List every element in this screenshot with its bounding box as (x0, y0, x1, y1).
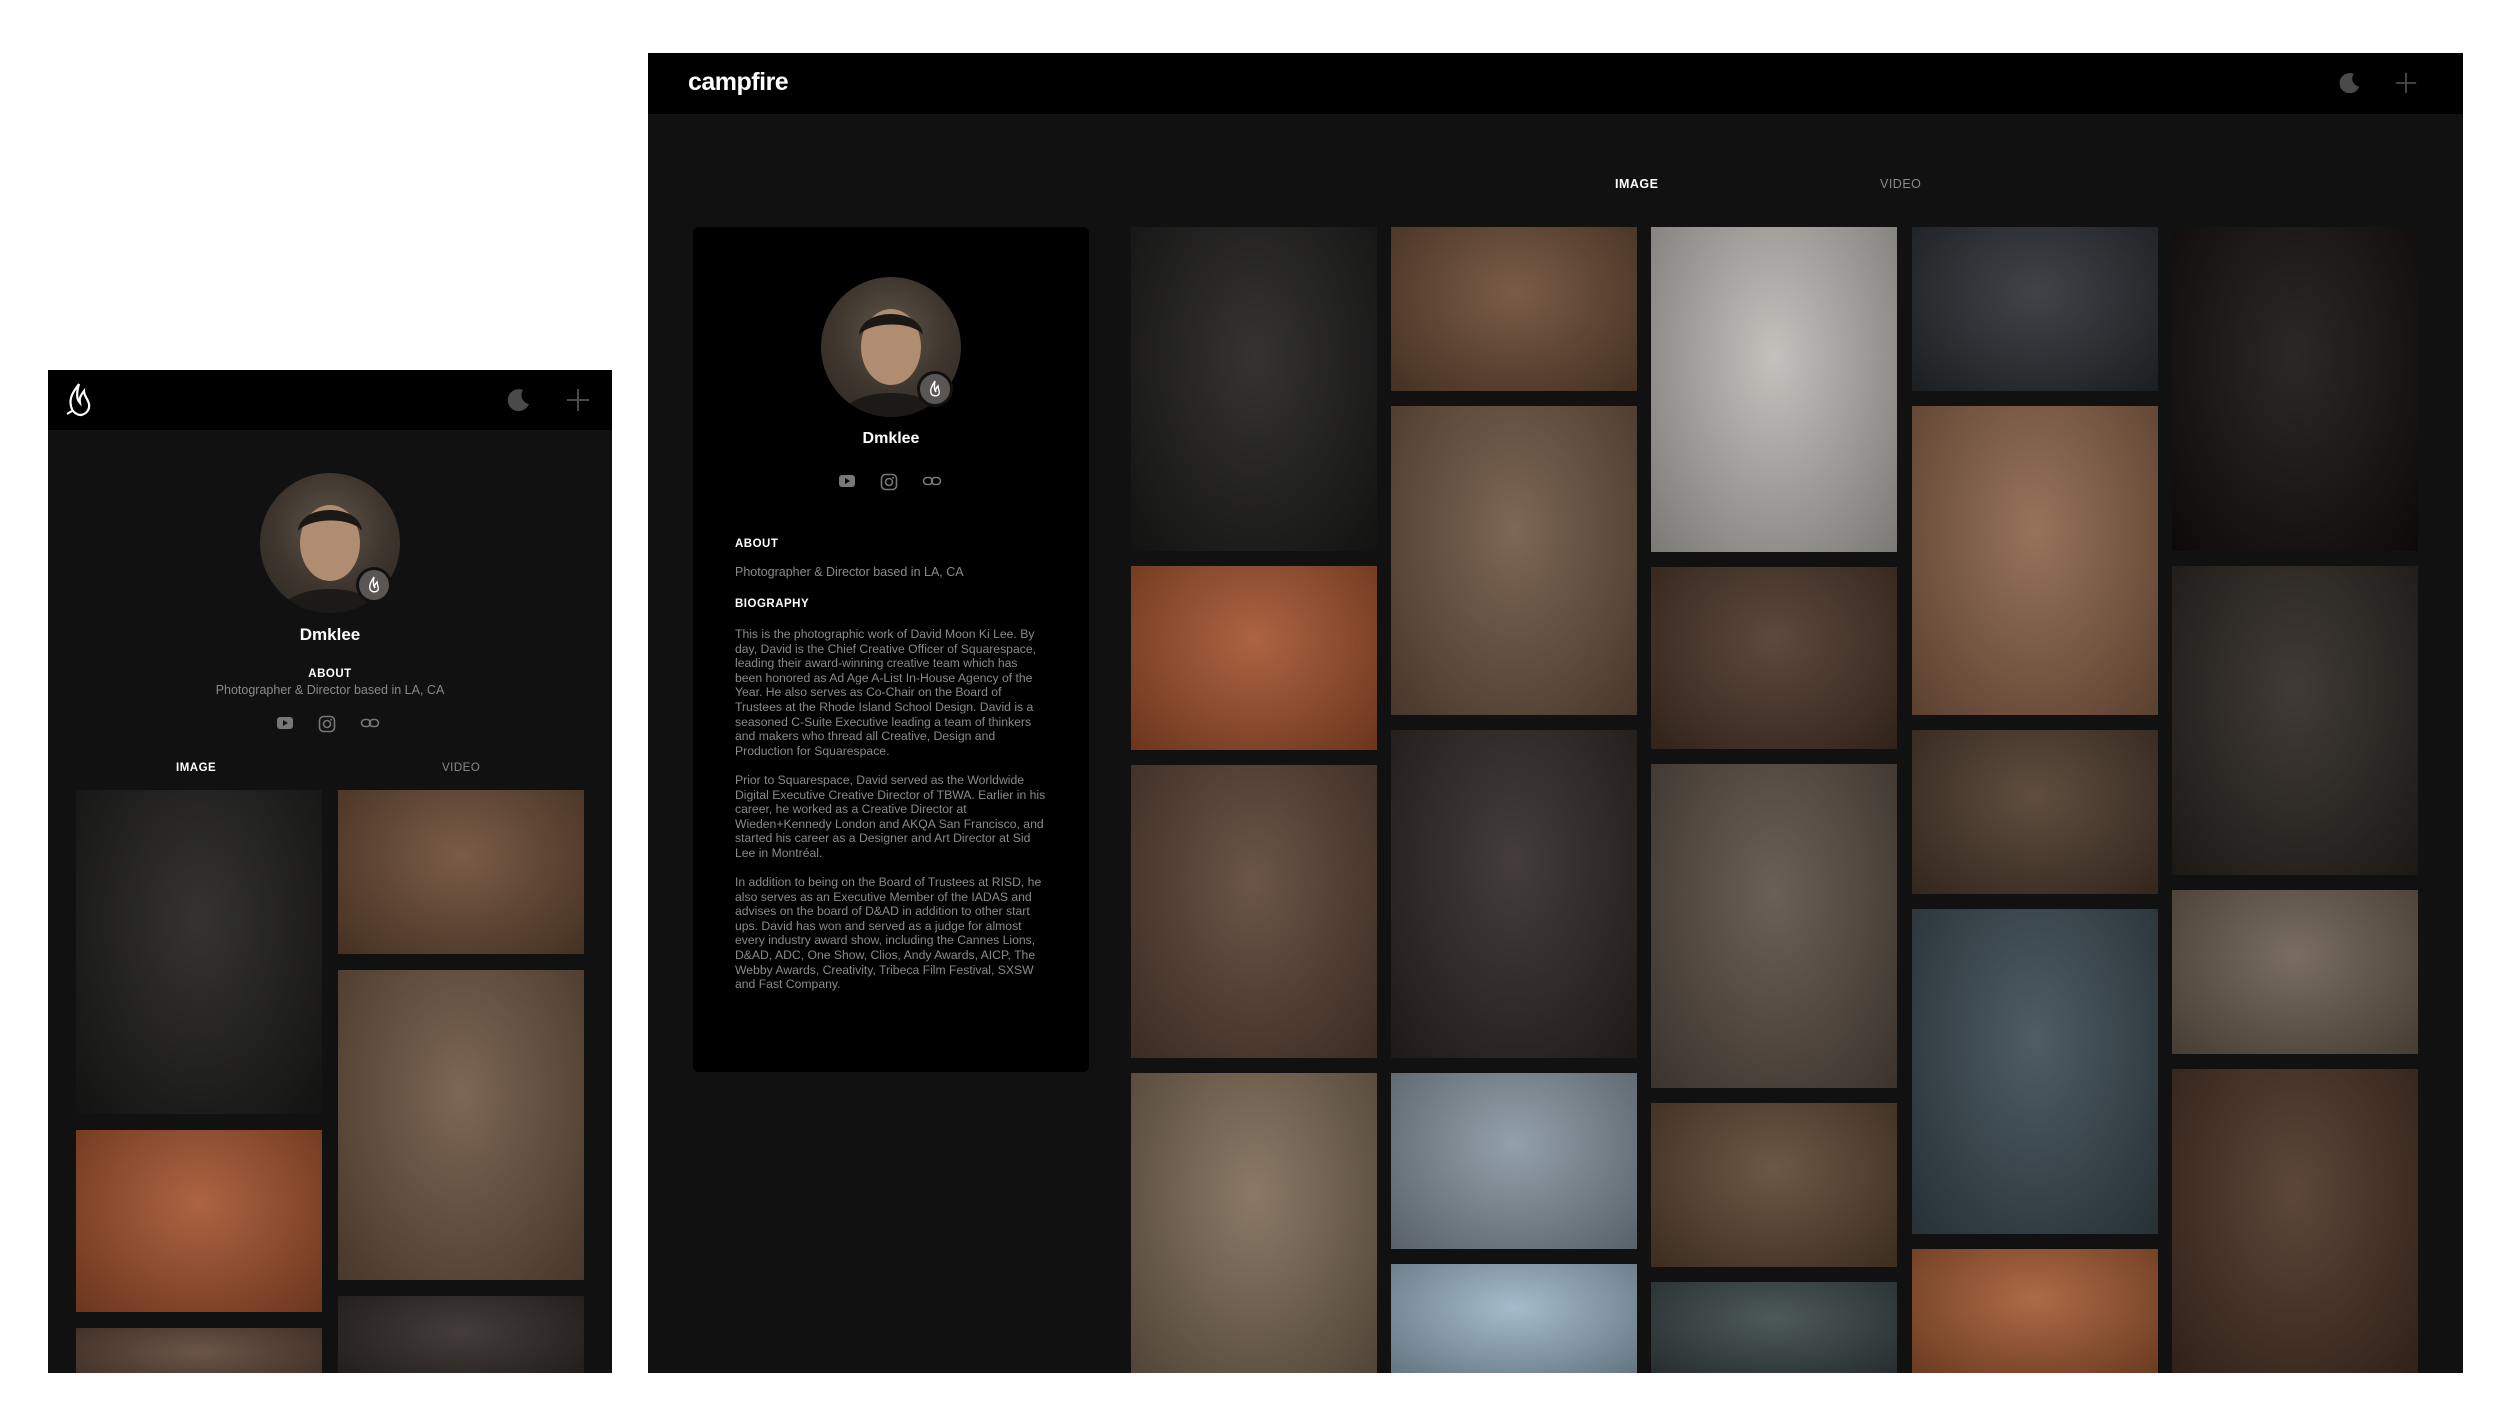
photo-tile[interactable] (1912, 227, 2158, 391)
photo-tile[interactable] (2172, 566, 2418, 875)
photo-tile[interactable] (1651, 567, 1897, 749)
mobile-photo-grid (48, 370, 612, 1373)
desktop-photo-grid (648, 53, 2463, 1373)
photo-tile[interactable] (2172, 890, 2418, 1054)
photo-tile[interactable] (338, 970, 584, 1280)
photo-tile[interactable] (1131, 566, 1377, 750)
photo-tile[interactable] (1912, 730, 2158, 894)
photo-tile[interactable] (1912, 1249, 2158, 1373)
photo-tile[interactable] (1131, 1073, 1377, 1373)
photo-tile[interactable] (1391, 227, 1637, 391)
photo-tile[interactable] (76, 790, 322, 1114)
photo-tile[interactable] (1391, 1264, 1637, 1373)
photo-tile[interactable] (1391, 406, 1637, 715)
photo-tile[interactable] (338, 1296, 584, 1373)
photo-tile[interactable] (1651, 227, 1897, 552)
photo-tile[interactable] (1651, 1103, 1897, 1267)
photo-tile[interactable] (76, 1130, 322, 1312)
photo-tile[interactable] (2172, 227, 2418, 551)
photo-tile[interactable] (1912, 909, 2158, 1234)
photo-tile[interactable] (1131, 227, 1377, 551)
photo-tile[interactable] (1651, 764, 1897, 1088)
photo-tile[interactable] (1391, 1073, 1637, 1249)
photo-tile[interactable] (1912, 406, 2158, 715)
photo-tile[interactable] (1131, 765, 1377, 1058)
photo-tile[interactable] (1391, 730, 1637, 1058)
photo-tile[interactable] (338, 790, 584, 954)
photo-tile[interactable] (76, 1328, 322, 1373)
photo-tile[interactable] (2172, 1069, 2418, 1373)
photo-tile[interactable] (1651, 1282, 1897, 1373)
